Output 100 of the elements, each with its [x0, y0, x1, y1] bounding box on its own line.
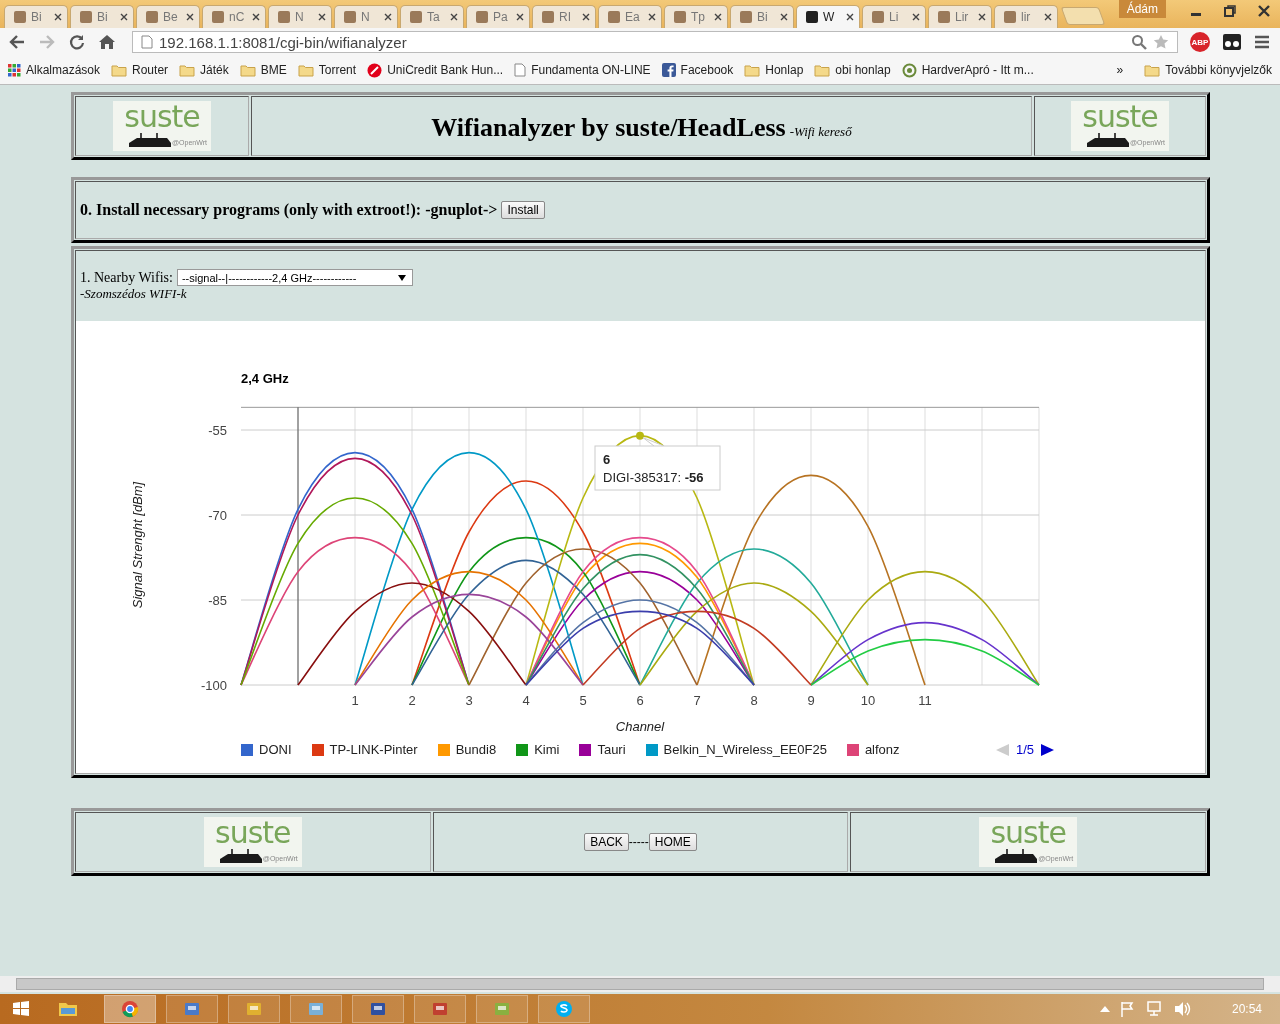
bookmark-item[interactable]: Router — [111, 63, 169, 77]
legend-label: Tauri — [597, 742, 626, 757]
back-button[interactable]: BACK — [584, 833, 629, 851]
x-axis-title: Channel — [615, 719, 665, 734]
close-icon[interactable] — [384, 13, 392, 21]
folder-icon — [239, 63, 256, 77]
bookmark-item[interactable]: További könyvjelzők — [1144, 63, 1272, 77]
folder-icon[interactable] — [58, 1000, 78, 1018]
y-tick-label: -85 — [208, 593, 227, 608]
browser-tab[interactable]: Ta — [400, 5, 464, 28]
menu-icon[interactable] — [1254, 34, 1270, 50]
search-icon[interactable] — [1131, 34, 1147, 50]
legend-label: Kimi — [534, 742, 560, 757]
browser-tab[interactable]: Bi — [730, 5, 794, 28]
legend-item[interactable]: Belkin_N_Wireless_EE0F25 — [645, 742, 827, 757]
browser-tab[interactable]: Lir — [928, 5, 992, 28]
app-icon — [431, 1000, 449, 1018]
close-icon[interactable] — [186, 13, 194, 21]
band-dropdown[interactable]: --signal--|------------2,4 GHz------------ — [176, 269, 413, 286]
browser-tab[interactable]: N — [334, 5, 398, 28]
close-icon[interactable] — [780, 13, 788, 21]
back-icon[interactable] — [8, 33, 26, 51]
browser-tab[interactable]: lir — [994, 5, 1058, 28]
restore-icon[interactable] — [1223, 4, 1237, 18]
taskbar-button[interactable] — [352, 995, 404, 1023]
close-icon[interactable] — [714, 13, 722, 21]
browser-tab[interactable]: W — [796, 5, 860, 28]
x-tick-label: 6 — [636, 693, 644, 708]
bookmark-item[interactable]: UniCredit Bank Hun... — [367, 62, 504, 78]
horizontal-scrollbar[interactable] — [0, 976, 1280, 992]
legend-item[interactable]: TP-LINK-Pinter — [311, 742, 418, 757]
browser-tab[interactable]: nC — [202, 5, 266, 28]
y-tick-label: -70 — [208, 508, 227, 523]
close-icon[interactable] — [450, 13, 458, 21]
router-icon — [217, 849, 264, 865]
x-tick-label: 9 — [807, 693, 815, 708]
install-button[interactable]: Install — [501, 201, 545, 219]
next-page-icon[interactable] — [1040, 743, 1054, 756]
browser-tab[interactable]: N — [268, 5, 332, 28]
home-button[interactable]: HOME — [648, 833, 697, 851]
close-icon[interactable] — [648, 13, 656, 21]
nearby-label: 1. Nearby Wifis: — [80, 269, 173, 286]
taskbar-button[interactable] — [166, 995, 218, 1023]
more-bookmarks-button[interactable]: » — [1116, 63, 1124, 77]
adblock-button[interactable]: ABP — [1190, 32, 1210, 52]
extension-icon[interactable] — [1222, 33, 1242, 51]
taskbar-button[interactable] — [228, 995, 280, 1023]
legend-item[interactable]: Kimi — [516, 742, 560, 757]
close-icon[interactable] — [318, 13, 326, 21]
bookmark-item[interactable]: obi honlap — [814, 63, 891, 77]
bank-logo-icon — [367, 62, 383, 78]
address-field[interactable]: 192.168.1.1:8081/cgi-bin/wifianalyzer — [132, 31, 1178, 53]
close-icon[interactable] — [1257, 4, 1271, 18]
bookmark-item[interactable]: Fundamenta ON-LINE — [514, 63, 651, 77]
browser-tab[interactable]: Be — [136, 5, 200, 28]
bookmark-item[interactable]: BME — [239, 63, 287, 77]
page-icon — [475, 10, 489, 24]
bookmark-item[interactable]: Játék — [179, 63, 229, 77]
browser-tab[interactable]: Bi — [70, 5, 134, 28]
close-icon[interactable] — [120, 13, 128, 21]
close-icon[interactable] — [912, 13, 920, 21]
y-axis-title: Signal Strenght [dBm] — [130, 481, 145, 609]
legend-item[interactable]: Bundi8 — [437, 742, 497, 757]
close-icon[interactable] — [252, 13, 260, 21]
caret-icon — [397, 274, 406, 281]
folder-icon — [1144, 63, 1161, 77]
legend-item[interactable]: alfonz — [846, 742, 900, 757]
browser-tab[interactable]: Tp — [664, 5, 728, 28]
close-icon[interactable] — [582, 13, 590, 21]
close-icon[interactable] — [516, 13, 524, 21]
browser-tab[interactable]: Bi — [4, 5, 68, 28]
legend-item[interactable]: Tauri — [579, 742, 626, 757]
page-icon — [13, 10, 27, 24]
star-icon[interactable] — [1153, 34, 1169, 50]
close-icon[interactable] — [1044, 13, 1052, 21]
bookmark-item[interactable]: Facebook — [661, 63, 734, 77]
folder-icon — [814, 63, 831, 77]
bookmark-item[interactable]: Alkalmazások — [8, 63, 101, 77]
router-icon — [1085, 133, 1131, 149]
browser-tab[interactable]: Li — [862, 5, 926, 28]
browser-tab[interactable]: RI — [532, 5, 596, 28]
browser-tab[interactable]: Ea — [598, 5, 662, 28]
browser-tab[interactable]: Pa — [466, 5, 530, 28]
app-icon — [245, 1000, 263, 1018]
close-icon[interactable] — [846, 13, 854, 21]
taskbar-button[interactable] — [414, 995, 466, 1023]
bookmark-item[interactable]: HardverApró - Itt m... — [901, 62, 1034, 78]
legend-label: Bundi8 — [455, 742, 497, 757]
router-icon — [993, 849, 1040, 865]
tooltip-title: 6 — [603, 452, 611, 467]
reload-icon[interactable] — [68, 33, 86, 51]
x-tick-label: 3 — [465, 693, 473, 708]
close-icon[interactable] — [978, 13, 986, 21]
home-icon[interactable] — [98, 33, 116, 51]
close-icon[interactable] — [54, 13, 62, 21]
legend-label: DONI — [259, 742, 292, 757]
windows-start-icon[interactable] — [12, 1000, 30, 1018]
legend-item[interactable]: DONI — [241, 742, 292, 757]
bookmark-item[interactable]: Honlap — [744, 63, 804, 77]
bookmark-item[interactable]: Torrent — [297, 63, 357, 77]
